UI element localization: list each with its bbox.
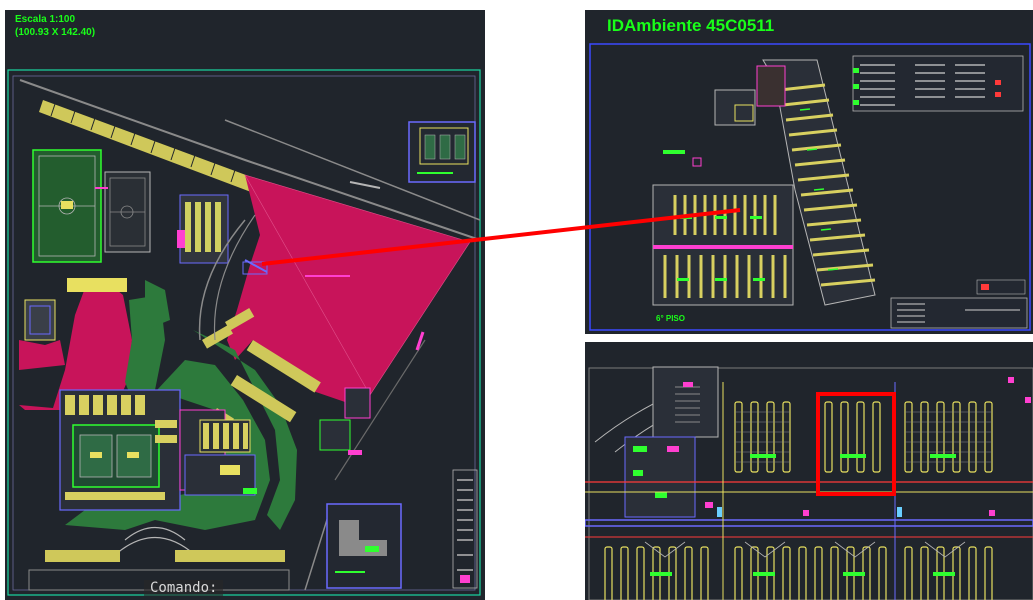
floor-plan-viewport[interactable]: IDAmbiente 45C0511 6° PISO (585, 10, 1033, 334)
zoom-detail-drawing (585, 366, 1033, 600)
command-line-label[interactable]: Comando: (144, 580, 224, 596)
site-plan-drawing (7, 69, 481, 596)
zoom-detail-viewport[interactable] (585, 342, 1033, 600)
environment-id-title: IDAmbiente 45C0511 (607, 16, 775, 35)
scale-title: Escala 1:100 (15, 14, 76, 25)
site-plan-viewport[interactable]: Escala 1:100 (100.93 X 142.40) Comando: (5, 10, 485, 600)
floor-plan-drawing (589, 43, 1031, 331)
scale-dimensions: (100.93 X 142.40) (15, 27, 96, 38)
floor-label: 6° PISO (656, 314, 685, 323)
